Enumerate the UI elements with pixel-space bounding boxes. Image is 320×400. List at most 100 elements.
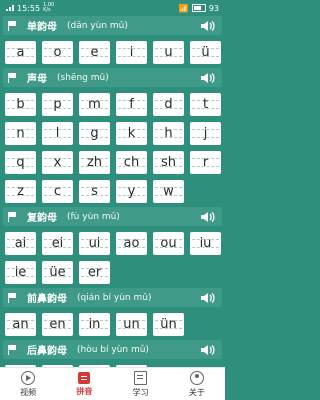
pinyin-card[interactable]: r xyxy=(190,151,221,174)
pinyin-letter: ao xyxy=(123,236,140,251)
pinyin-letter: a xyxy=(16,45,25,60)
pinyin-letter: zh xyxy=(86,155,103,170)
pinyin-letter: n xyxy=(16,126,25,141)
pinyin-card[interactable]: w xyxy=(153,180,184,203)
network-speed: 1.00 K/s xyxy=(43,2,55,13)
pinyin-card[interactable]: i xyxy=(116,41,147,64)
pinyin-section: 单韵母 (dān yùn mǔ) a o e i u ü xyxy=(3,16,222,64)
section-pinyin: (dān yùn mǔ) xyxy=(67,20,128,31)
section-header: 声母 (shēng mǔ) xyxy=(3,68,222,87)
pinyin-card[interactable]: b xyxy=(5,93,36,116)
pinyin-card[interactable]: ao xyxy=(116,232,147,255)
section-title: 复韵母 xyxy=(27,213,57,224)
pinyin-card[interactable]: l xyxy=(42,122,73,145)
pinyin-letter: p xyxy=(53,97,62,112)
pinyin-card[interactable]: er xyxy=(79,261,110,284)
pinyin-card[interactable]: ie xyxy=(5,261,36,284)
pinyin-card[interactable]: m xyxy=(79,93,110,116)
pinyin-letter: f xyxy=(129,97,134,112)
pinyin-card[interactable]: üe xyxy=(42,261,73,284)
status-bar: 15:55 1.00 K/s 📶 93 xyxy=(0,0,225,16)
pinyin-card[interactable]: s xyxy=(79,180,110,203)
pinyin-card[interactable]: e xyxy=(79,41,110,64)
pinyin-letter: ei xyxy=(51,236,64,251)
pinyin-card[interactable]: z xyxy=(5,180,36,203)
study-icon xyxy=(134,370,148,385)
tab-video[interactable]: 视频 xyxy=(0,368,56,400)
section-header: 单韵母 (dān yùn mǔ) xyxy=(3,16,222,35)
pinyin-card[interactable]: d xyxy=(153,93,184,116)
pinyin-letter: o xyxy=(53,45,62,60)
pinyin-card[interactable]: c xyxy=(42,180,73,203)
pinyin-letter: g xyxy=(90,126,99,141)
pinyin-card[interactable]: h xyxy=(153,122,184,145)
pinyin-letter: i xyxy=(129,45,134,60)
video-icon xyxy=(21,370,36,385)
pinyin-grid: b p m f d t n l g k h j q x zh ch sh r z c s y w xyxy=(3,87,222,203)
pinyin-card[interactable]: ü xyxy=(190,41,221,64)
tab-label: 拼音 xyxy=(76,386,93,396)
pinyin-section: 后鼻韵母(hòu bí yùn mǔ)angengingong xyxy=(3,340,222,368)
pinyin-letter: t xyxy=(202,97,209,112)
pinyin-card[interactable]: o xyxy=(42,41,73,64)
pinyin-letter: l xyxy=(55,126,60,141)
pinyin-card[interactable]: a xyxy=(5,41,36,64)
speaker-icon[interactable] xyxy=(199,72,217,84)
battery-icon xyxy=(191,4,206,12)
pinyin-card[interactable]: sh xyxy=(153,151,184,174)
flag-icon xyxy=(8,292,17,303)
pinyin-letter: h xyxy=(164,126,173,141)
tab-about[interactable]: 关于 xyxy=(169,368,225,400)
flag-icon xyxy=(8,72,17,83)
pinyin-content[interactable]: 单韵母 (dān yùn mǔ) a o e i u ü 声母 (shēng mǔ) b p m f d t n… xyxy=(0,16,225,368)
tab-study[interactable]: 学习 xyxy=(113,368,169,400)
pinyin-card[interactable]: y xyxy=(116,180,147,203)
pinyin-card[interactable]: j xyxy=(190,122,221,145)
speaker-icon[interactable] xyxy=(199,344,217,356)
pinyin-letter: q xyxy=(16,155,25,170)
pinyin-letter: k xyxy=(127,126,136,141)
pinyin-letter: m xyxy=(88,97,101,112)
pinyin-card[interactable]: an xyxy=(5,313,36,336)
pinyin-card[interactable]: k xyxy=(116,122,147,145)
pinyin-card[interactable]: q xyxy=(5,151,36,174)
tab-pinyin[interactable]: 拼音 xyxy=(56,368,112,400)
pinyin-letter: un xyxy=(123,317,140,332)
section-pinyin: (qián bí yùn mǔ) xyxy=(77,292,152,303)
pinyin-card[interactable]: ün xyxy=(153,313,184,336)
pinyin-grid: ai ei ui ao ou iu ie üe er xyxy=(3,226,222,284)
pinyin-card[interactable]: ai xyxy=(5,232,36,255)
pinyin-letter: er xyxy=(87,265,102,280)
pinyin-letter: s xyxy=(91,184,98,199)
pinyin-icon xyxy=(78,371,91,384)
speaker-icon[interactable] xyxy=(199,20,217,32)
pinyin-card[interactable]: x xyxy=(42,151,73,174)
section-header: 复韵母 (fù yùn mǔ) xyxy=(3,207,222,226)
pinyin-card[interactable]: iu xyxy=(190,232,221,255)
flag-icon xyxy=(8,20,17,31)
speaker-icon[interactable] xyxy=(199,211,217,223)
pinyin-letter: y xyxy=(127,184,136,199)
pinyin-letter: c xyxy=(53,184,62,199)
pinyin-card[interactable]: f xyxy=(116,93,147,116)
about-icon xyxy=(189,370,204,385)
pinyin-letter: an xyxy=(12,317,29,332)
pinyin-card[interactable]: en xyxy=(42,313,73,336)
pinyin-card[interactable]: in xyxy=(79,313,110,336)
pinyin-card[interactable]: ei xyxy=(42,232,73,255)
pinyin-card[interactable]: ui xyxy=(79,232,110,255)
pinyin-card[interactable]: n xyxy=(5,122,36,145)
pinyin-card[interactable]: g xyxy=(79,122,110,145)
pinyin-card[interactable]: zh xyxy=(79,151,110,174)
pinyin-letter: ai xyxy=(14,236,27,251)
pinyin-card[interactable]: p xyxy=(42,93,73,116)
pinyin-letter: z xyxy=(17,184,24,199)
pinyin-card[interactable]: un xyxy=(116,313,147,336)
pinyin-card[interactable]: ou xyxy=(153,232,184,255)
pinyin-card[interactable]: ch xyxy=(116,151,147,174)
pinyin-card[interactable]: u xyxy=(153,41,184,64)
speaker-icon[interactable] xyxy=(199,292,217,304)
pinyin-letter: ou xyxy=(160,236,177,251)
tab-label: 关于 xyxy=(188,387,205,397)
pinyin-card[interactable]: t xyxy=(190,93,221,116)
